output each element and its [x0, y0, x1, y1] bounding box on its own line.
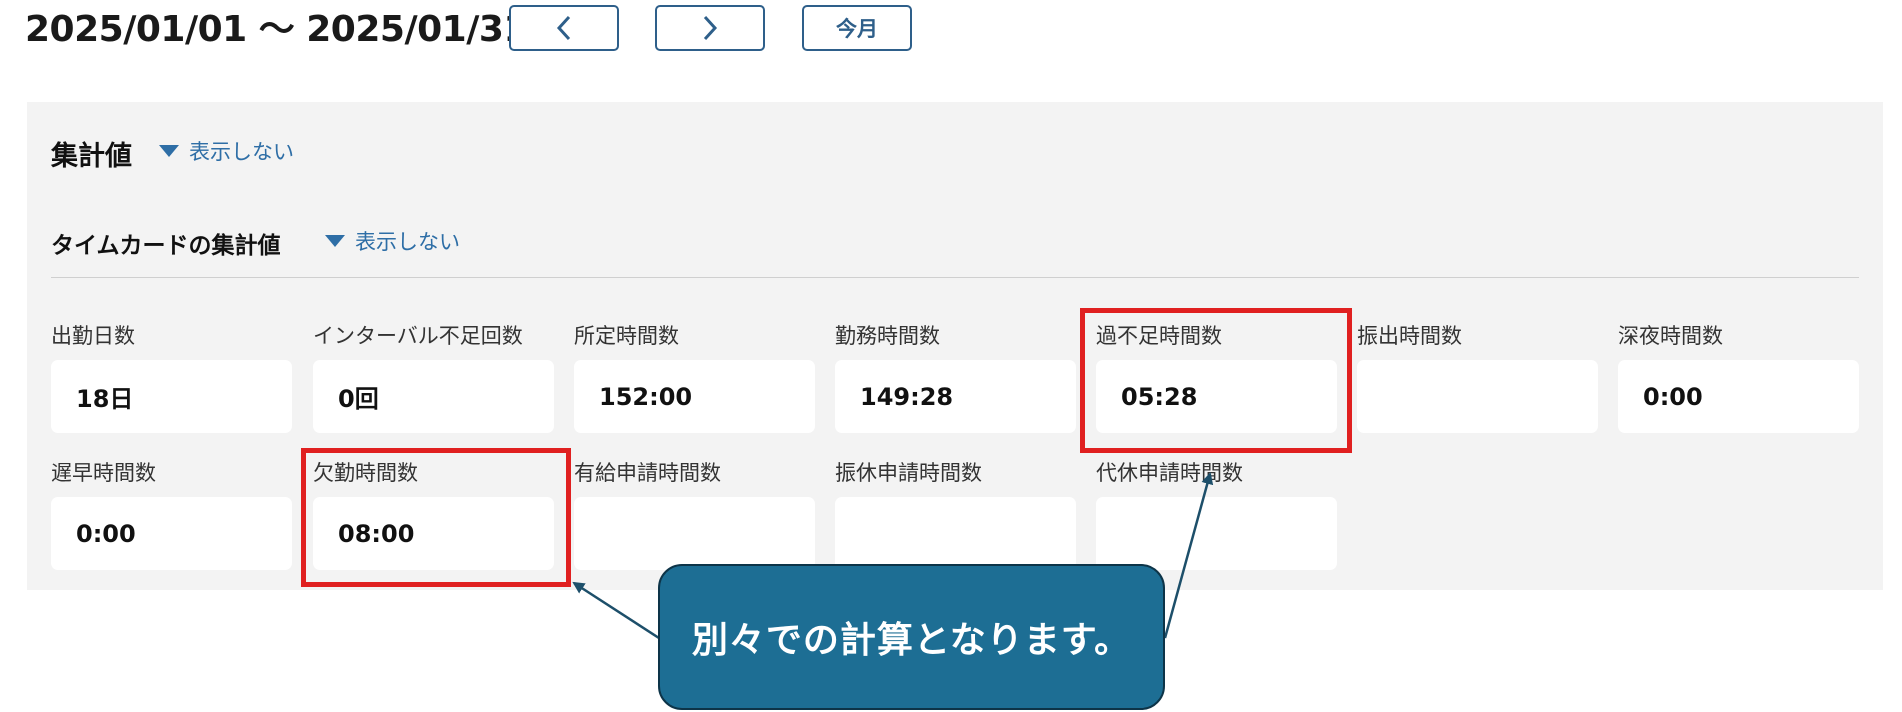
- next-month-button[interactable]: [655, 5, 765, 51]
- field-label: 代休申請時間数: [1096, 461, 1243, 485]
- field-value: 18日: [51, 360, 292, 433]
- field-label: インターバル不足回数: [313, 324, 523, 348]
- triangle-down-icon: [159, 145, 179, 157]
- highlight-box-absence: [301, 448, 571, 587]
- annotation-callout: 別々での計算となります。: [658, 564, 1165, 710]
- field-value: 0回: [313, 360, 554, 433]
- field-label: 遅早時間数: [51, 461, 156, 485]
- field-label: 振出時間数: [1357, 324, 1462, 348]
- field-label: 勤務時間数: [835, 324, 940, 348]
- section-divider: [51, 277, 1859, 278]
- timecard-toggle-label: 表示しない: [355, 230, 460, 254]
- summary-toggle-label: 表示しない: [189, 140, 294, 164]
- field-value: 149:28: [835, 360, 1076, 433]
- field-label: 所定時間数: [574, 324, 679, 348]
- current-month-button[interactable]: 今月: [802, 5, 912, 51]
- field-label: 深夜時間数: [1618, 324, 1723, 348]
- summary-title: 集計値: [51, 141, 132, 172]
- field-value: 0:00: [1618, 360, 1859, 433]
- field-value: [835, 497, 1076, 570]
- field-value: 152:00: [574, 360, 815, 433]
- date-range-title: 2025/01/01 〜 2025/01/31: [25, 9, 528, 50]
- timecard-title: タイムカードの集計値: [51, 233, 281, 259]
- field-value: 0:00: [51, 497, 292, 570]
- prev-month-button[interactable]: [509, 5, 619, 51]
- field-label: 振休申請時間数: [835, 461, 982, 485]
- timecard-toggle[interactable]: 表示しない: [325, 226, 460, 256]
- highlight-box-surplus-deficit: [1080, 308, 1352, 453]
- field-value: [574, 497, 815, 570]
- field-value: [1096, 497, 1337, 570]
- arrow-to-absence: [572, 581, 663, 642]
- chevron-right-icon: [703, 15, 718, 41]
- triangle-down-icon: [325, 235, 345, 247]
- field-label: 有給申請時間数: [574, 461, 721, 485]
- chevron-left-icon: [556, 15, 571, 41]
- summary-toggle[interactable]: 表示しない: [159, 136, 294, 166]
- field-label: 出勤日数: [51, 324, 135, 348]
- field-value: [1357, 360, 1598, 433]
